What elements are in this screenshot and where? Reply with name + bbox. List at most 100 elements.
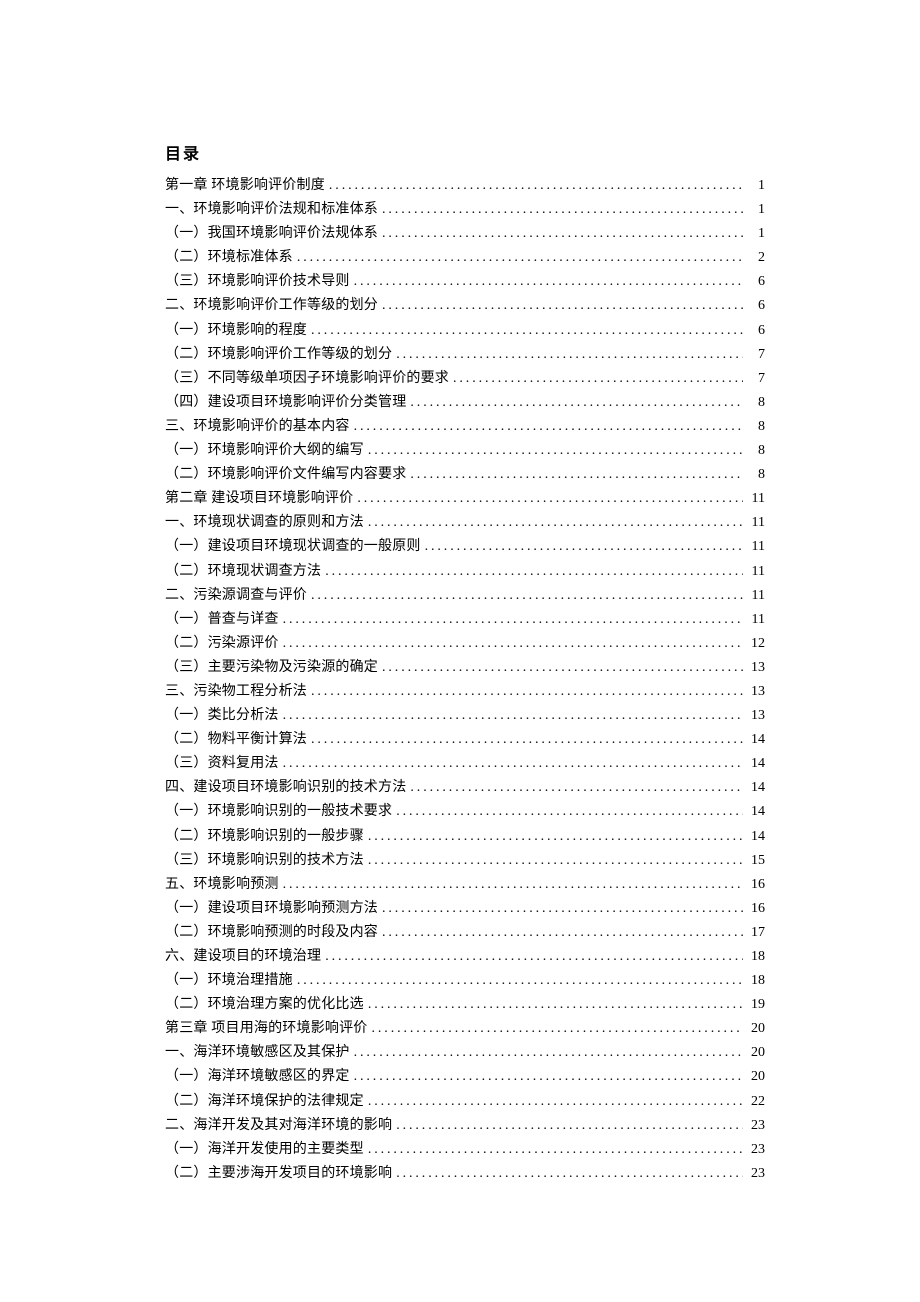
toc-entry-page: 12 — [743, 632, 765, 656]
toc-leader-dots — [293, 969, 743, 993]
toc-entry-page: 14 — [743, 800, 765, 824]
toc-entry-text: （一）建设项目环境现状调查的一般原则 — [165, 535, 421, 559]
toc-leader-dots — [321, 945, 743, 969]
toc-entry: （一）环境影响评价大纲的编写8 — [165, 439, 765, 463]
toc-leader-dots — [293, 246, 743, 270]
toc-entry-page: 6 — [743, 319, 765, 343]
toc-entry-text: （二）环境影响评价文件编写内容要求 — [165, 463, 406, 487]
toc-leader-dots — [392, 1162, 743, 1186]
toc-leader-dots — [406, 391, 743, 415]
toc-entry-page: 14 — [743, 776, 765, 800]
toc-entry: 三、环境影响评价的基本内容8 — [165, 415, 765, 439]
toc-leader-dots — [307, 584, 743, 608]
toc-entry-page: 20 — [743, 1017, 765, 1041]
toc-entry-text: 二、海洋开发及其对海洋环境的影响 — [165, 1114, 392, 1138]
toc-entry: （二）海洋环境保护的法律规定22 — [165, 1090, 765, 1114]
toc-entry-page: 16 — [743, 897, 765, 921]
toc-entry-page: 8 — [743, 391, 765, 415]
toc-entry-page: 19 — [743, 993, 765, 1017]
toc-leader-dots — [364, 1138, 743, 1162]
toc-entry-text: （二）环境影响评价工作等级的划分 — [165, 343, 392, 367]
toc-entry-text: （一）环境治理措施 — [165, 969, 293, 993]
toc-leader-dots — [307, 680, 743, 704]
toc-entry: 一、海洋环境敏感区及其保护20 — [165, 1041, 765, 1065]
toc-entry-page: 14 — [743, 728, 765, 752]
toc-entry: 一、环境影响评价法规和标准体系 1 — [165, 198, 765, 222]
toc-entry-page: 2 — [743, 246, 765, 270]
toc-entry: （二）环境影响评价工作等级的划分 7 — [165, 343, 765, 367]
toc-entry: （三）主要污染物及污染源的确定13 — [165, 656, 765, 680]
toc-leader-dots — [279, 704, 743, 728]
toc-entry-text: （三）不同等级单项因子环境影响评价的要求 — [165, 367, 449, 391]
toc-entry: 二、环境影响评价工作等级的划分6 — [165, 294, 765, 318]
toc-entry-page: 23 — [743, 1138, 765, 1162]
toc-entry-page: 20 — [743, 1041, 765, 1065]
toc-entry-text: （二）主要涉海开发项目的环境影响 — [165, 1162, 392, 1186]
document-page: 目录 第一章 环境影响评价制度1一、环境影响评价法规和标准体系1（一）我国环境影… — [0, 0, 920, 1302]
toc-entry: （一）环境影响的程度6 — [165, 319, 765, 343]
toc-entry-text: （二）环境现状调查方法 — [165, 560, 321, 584]
toc-title: 目录 — [165, 140, 765, 164]
toc-leader-dots — [378, 656, 743, 680]
toc-leader-dots — [392, 343, 743, 367]
toc-entry: （二）环境影响识别的一般步骤14 — [165, 825, 765, 849]
toc-entry-page: 8 — [743, 439, 765, 463]
toc-entry: （二）环境影响评价文件编写内容要求8 — [165, 463, 765, 487]
toc-entry-text: 三、环境影响评价的基本内容 — [165, 415, 350, 439]
toc-entry: 一、环境现状调查的原则和方法11 — [165, 511, 765, 535]
toc-leader-dots — [378, 294, 743, 318]
toc-entry-page: 20 — [743, 1065, 765, 1089]
toc-leader-dots — [350, 270, 743, 294]
toc-entry: （四）建设项目环境影响评价分类管理 8 — [165, 391, 765, 415]
toc-entry-text: 二、环境影响评价工作等级的划分 — [165, 294, 378, 318]
toc-entry: （二）环境现状调查方法11 — [165, 560, 765, 584]
toc-entry: 五、环境影响预测16 — [165, 873, 765, 897]
toc-entry-text: （二）环境治理方案的优化比选 — [165, 993, 364, 1017]
toc-leader-dots — [378, 897, 743, 921]
toc-leader-dots — [406, 776, 743, 800]
toc-entry-text: （三）环境影响识别的技术方法 — [165, 849, 364, 873]
toc-entry-text: 六、建设项目的环境治理 — [165, 945, 321, 969]
toc-entry-page: 1 — [743, 198, 765, 222]
toc-list: 第一章 环境影响评价制度1一、环境影响评价法规和标准体系1（一）我国环境影响评价… — [165, 174, 765, 1186]
toc-entry: 四、建设项目环境影响识别的技术方法14 — [165, 776, 765, 800]
toc-entry: （三）环境影响评价技术导则6 — [165, 270, 765, 294]
toc-leader-dots — [421, 535, 743, 559]
toc-leader-dots — [378, 198, 743, 222]
toc-entry-page: 1 — [743, 174, 765, 198]
toc-leader-dots — [364, 825, 743, 849]
toc-entry-page: 11 — [743, 608, 765, 632]
toc-entry-text: 一、环境影响评价法规和标准体系 — [165, 198, 378, 222]
toc-entry-text: 三、污染物工程分析法 — [165, 680, 307, 704]
toc-entry-page: 16 — [743, 873, 765, 897]
toc-entry-text: （二）环境标准体系 — [165, 246, 293, 270]
toc-entry-text: （二）物料平衡计算法 — [165, 728, 307, 752]
toc-leader-dots — [279, 752, 743, 776]
toc-entry-page: 7 — [743, 367, 765, 391]
toc-entry-text: （三）主要污染物及污染源的确定 — [165, 656, 378, 680]
toc-entry: 二、污染源调查与评价11 — [165, 584, 765, 608]
toc-entry-page: 18 — [743, 969, 765, 993]
toc-entry-page: 14 — [743, 825, 765, 849]
toc-entry: （三）不同等级单项因子环境影响评价的要求 7 — [165, 367, 765, 391]
toc-entry: （一）建设项目环境影响预测方法 16 — [165, 897, 765, 921]
toc-entry-text: （一）环境影响识别的一般技术要求 — [165, 800, 392, 824]
toc-entry: （一）海洋环境敏感区的界定20 — [165, 1065, 765, 1089]
toc-leader-dots — [392, 1114, 743, 1138]
toc-entry: （一）建设项目环境现状调查的一般原则11 — [165, 535, 765, 559]
toc-entry: （二）主要涉海开发项目的环境影响23 — [165, 1162, 765, 1186]
toc-entry-text: （三）环境影响评价技术导则 — [165, 270, 350, 294]
toc-entry: （一）我国环境影响评价法规体系1 — [165, 222, 765, 246]
toc-leader-dots — [350, 1041, 743, 1065]
toc-leader-dots — [364, 849, 743, 873]
toc-leader-dots — [378, 222, 743, 246]
toc-entry-text: （四）建设项目环境影响评价分类管理 — [165, 391, 406, 415]
toc-entry: （一）环境治理措施 18 — [165, 969, 765, 993]
toc-entry: （一）普查与详查11 — [165, 608, 765, 632]
toc-entry-text: （一）建设项目环境影响预测方法 — [165, 897, 378, 921]
toc-entry-page: 7 — [743, 343, 765, 367]
toc-entry-text: （二）污染源评价 — [165, 632, 279, 656]
toc-entry-page: 18 — [743, 945, 765, 969]
toc-leader-dots — [378, 921, 743, 945]
toc-entry-text: 第一章 环境影响评价制度 — [165, 174, 325, 198]
